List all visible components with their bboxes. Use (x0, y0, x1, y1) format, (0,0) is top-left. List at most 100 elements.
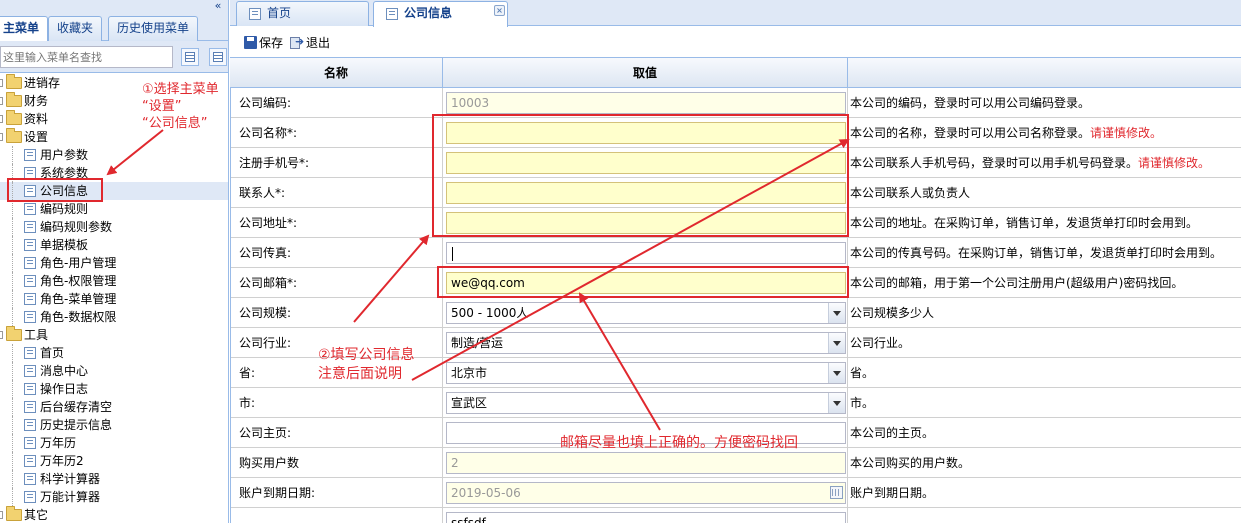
tree-leaf-label: 角色-数据权限 (40, 310, 117, 324)
expand-toggle-icon[interactable] (0, 331, 3, 339)
tree-leaf[interactable]: 历史提示信息 (0, 416, 228, 434)
collapse-panel-icon[interactable]: « (211, 0, 225, 13)
save-button[interactable]: 保存 (244, 34, 283, 52)
tree-leaf[interactable]: 科学计算器 (0, 470, 228, 488)
field-input: 2 (446, 452, 846, 474)
page-icon (24, 293, 36, 305)
tree-leaf-label: 操作日志 (40, 382, 89, 396)
tree-leaf[interactable]: 后台缓存清空 (0, 398, 228, 416)
tree-guide-line (12, 470, 13, 488)
field-description: 公司规模多少人 (848, 298, 1241, 328)
field-input[interactable] (446, 242, 846, 264)
tab-company-info[interactable]: 公司信息 × (373, 1, 508, 27)
annotation-step1-line1: ①选择主菜单 (142, 82, 219, 97)
exit-button-label: 退出 (306, 36, 331, 50)
tab-history-menu[interactable]: 历史使用菜单 (108, 16, 199, 41)
field-label (230, 508, 443, 523)
description-text: 市。 (850, 396, 875, 410)
expand-toggle-icon[interactable] (0, 133, 3, 141)
field-value-text: 北京市 (451, 366, 488, 380)
tree-leaf-label: 首页 (40, 346, 65, 360)
tree-leaf[interactable]: 角色-菜单管理 (0, 290, 228, 308)
form-toolbar: 保存 退出 (230, 30, 1241, 54)
grid-icon (185, 52, 195, 62)
tree-leaf-label: 后台缓存清空 (40, 400, 113, 414)
search-locate-icon[interactable] (181, 48, 199, 66)
field-value-cell: 北京市 (443, 358, 848, 388)
field-select[interactable]: 500 - 1000人 (446, 302, 846, 324)
field-label: 公司编码: (230, 88, 443, 118)
tree-leaf[interactable]: 编码规则参数 (0, 218, 228, 236)
expand-toggle-icon[interactable] (0, 79, 3, 87)
tree-leaf[interactable]: 消息中心 (0, 362, 228, 380)
expand-toggle-icon[interactable] (0, 511, 3, 519)
menu-tree: 进销存 财务 资料 设置 用户参数 系统参数 公司信息 编码规则 编码规则参数 单据模板 角色-用户… (0, 74, 228, 523)
tree-guide-line (12, 218, 13, 236)
exit-button[interactable]: 退出 (290, 33, 331, 52)
table-row: 账户到期日期: 2019-05-06 账户到期日期。 (230, 478, 1241, 508)
field-value-cell (443, 238, 848, 268)
page-icon (24, 473, 36, 485)
description-text: 本公司的编码，登录时可以用公司编码登录。 (850, 96, 1091, 110)
tree-folder-label: 工具 (24, 328, 49, 342)
page-icon (24, 221, 36, 233)
tree-leaf[interactable]: 首页 (0, 344, 228, 362)
field-select[interactable]: 宣武区 (446, 392, 846, 414)
page-icon (24, 311, 36, 323)
chevron-down-icon[interactable] (828, 393, 845, 413)
chevron-down-icon[interactable] (828, 333, 845, 353)
tree-folder-label: 资料 (24, 112, 49, 126)
header-description (848, 58, 1241, 88)
chevron-down-icon[interactable] (828, 303, 845, 323)
tree-leaf[interactable]: 万年历2 (0, 452, 228, 470)
page-icon (24, 419, 36, 431)
field-description: 公司行业。 (848, 328, 1241, 358)
close-tab-icon[interactable]: × (494, 5, 505, 16)
menu-search-bar (0, 41, 228, 73)
page-icon (249, 8, 261, 20)
field-input[interactable]: ssfsdf (446, 512, 846, 523)
annotation-step2-line1: ②填写公司信息 (318, 347, 415, 363)
field-select[interactable]: 北京市 (446, 362, 846, 384)
tab-favorites[interactable]: 收藏夹 (48, 16, 103, 41)
folder-icon (6, 92, 22, 107)
tree-leaf[interactable]: 角色-数据权限 (0, 308, 228, 326)
menu-search-input[interactable] (0, 46, 173, 68)
tree-leaf[interactable]: 角色-权限管理 (0, 272, 228, 290)
tree-leaf[interactable]: 用户参数 (0, 146, 228, 164)
tab-home[interactable]: 首页 (236, 1, 369, 26)
chevron-down-icon[interactable] (828, 363, 845, 383)
tree-leaf[interactable]: 编码规则 (0, 200, 228, 218)
field-value-text: 制造/营运 (451, 336, 504, 350)
tree-leaf[interactable]: 万年历 (0, 434, 228, 452)
expand-toggle-icon[interactable] (0, 115, 3, 123)
field-select[interactable]: 制造/营运 (446, 332, 846, 354)
search-list-icon[interactable] (209, 48, 227, 66)
page-icon (24, 203, 36, 215)
tree-leaf[interactable]: 万能计算器 (0, 488, 228, 506)
tree-leaf-label: 角色-权限管理 (40, 274, 117, 288)
expand-toggle-icon[interactable] (0, 97, 3, 105)
tree-folder[interactable]: 其它 (0, 506, 228, 523)
field-description: 本公司的邮箱，用于第一个公司注册用户(超级用户)密码找回。 (848, 268, 1241, 298)
tree-leaf[interactable]: 单据模板 (0, 236, 228, 254)
tree-leaf-label: 万年历2 (40, 454, 84, 468)
tab-main-menu[interactable]: 主菜单 (0, 16, 49, 42)
page-icon (24, 383, 36, 395)
field-value-text: 500 - 1000人 (451, 306, 529, 320)
field-label: 市: (230, 388, 443, 418)
exit-icon (290, 33, 305, 51)
tree-guide-line (12, 146, 13, 164)
tree-leaf[interactable]: 角色-用户管理 (0, 254, 228, 272)
text-cursor (452, 246, 453, 261)
annotation-email-note: 邮箱尽量也填上正确的。方便密码找回 (560, 435, 798, 451)
tree-folder[interactable]: 工具 (0, 326, 228, 344)
tree-leaf-label: 单据模板 (40, 238, 89, 252)
field-description: 本公司的传真号码。在采购订单，销售订单，发退货单打印时会用到。 (848, 238, 1241, 268)
page-icon (24, 275, 36, 287)
field-label: 公司规模: (230, 298, 443, 328)
tree-leaf-label: 消息中心 (40, 364, 89, 378)
tree-leaf[interactable]: 操作日志 (0, 380, 228, 398)
field-description: 账户到期日期。 (848, 478, 1241, 508)
tree-folder-label: 其它 (24, 508, 49, 522)
